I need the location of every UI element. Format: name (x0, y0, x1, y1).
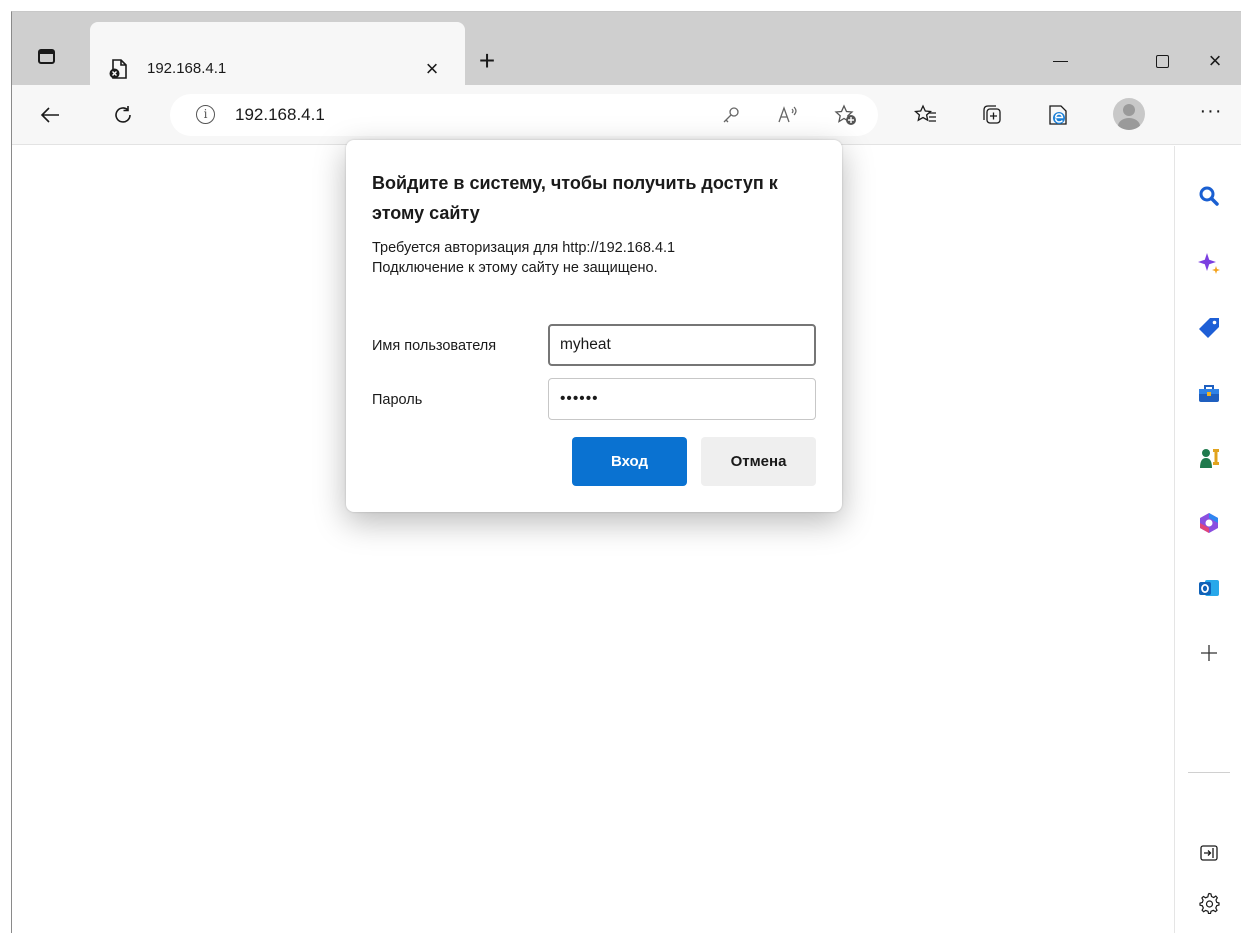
copilot-icon[interactable] (1195, 249, 1223, 277)
collections-icon (983, 105, 1001, 124)
tab-title: 192.168.4.1 (147, 60, 227, 77)
address-text[interactable]: 192.168.4.1 (235, 105, 325, 125)
collections-button[interactable] (974, 97, 1010, 133)
dialog-message-line1: Требуется авторизация для http://192.168… (372, 240, 676, 256)
profile-avatar-icon[interactable] (1113, 98, 1145, 130)
add-favorite-icon (834, 104, 856, 125)
hide-sidebar-icon[interactable] (1195, 839, 1223, 867)
add-icon[interactable] (1195, 639, 1223, 667)
password-label: Пароль (372, 392, 423, 408)
dialog-message: Требуется авторизация для http://192.168… (372, 238, 812, 278)
microsoft-365-icon[interactable] (1195, 509, 1223, 537)
minimize-icon (1052, 60, 1068, 62)
screen-top-edge (0, 0, 1241, 11)
sidebar-divider (1188, 772, 1230, 773)
password-input[interactable] (548, 378, 816, 420)
refresh-button[interactable] (105, 97, 141, 133)
maximize-icon (1155, 54, 1169, 68)
browser-tab[interactable]: 192.168.4.1 × (90, 22, 465, 85)
site-info-icon[interactable]: i (196, 105, 215, 124)
games-icon[interactable] (1195, 444, 1223, 472)
read-aloud-button[interactable] (773, 100, 803, 130)
minimize-button[interactable] (1040, 48, 1080, 74)
internet-explorer-mode-icon (1049, 105, 1067, 125)
browser-toolbar: i 192.168.4.1 ··· (12, 85, 1241, 145)
cancel-button[interactable]: Отмена (701, 437, 816, 486)
read-aloud-icon (778, 106, 797, 123)
tools-icon[interactable] (1195, 379, 1223, 407)
auth-dialog: Войдите в систему, чтобы получить доступ… (346, 140, 842, 512)
refresh-icon (115, 106, 131, 123)
dialog-title: Войдите в систему, чтобы получить доступ… (372, 173, 778, 223)
back-arrow-icon (40, 107, 59, 123)
tab-close-icon[interactable]: × (419, 56, 445, 82)
browser-window: 192.168.4.1 × + × i 192.168.4.1 ··· Войд… (11, 11, 1241, 933)
username-input[interactable] (548, 324, 816, 366)
dialog-message-line2: Подключение к этому сайту не защищено. (372, 260, 658, 276)
password-key-button[interactable] (716, 100, 746, 130)
outlook-icon[interactable] (1195, 574, 1223, 602)
username-label: Имя пользователя (372, 338, 497, 354)
favorites-icon (914, 104, 936, 122)
add-favorite-button[interactable] (831, 100, 861, 130)
key-icon (723, 107, 739, 123)
search-icon[interactable] (1195, 182, 1223, 210)
address-bar[interactable]: i 192.168.4.1 (170, 94, 878, 136)
tab-actions-icon (37, 48, 55, 64)
tab-actions-button[interactable] (26, 36, 66, 76)
new-tab-button[interactable]: + (472, 46, 502, 76)
title-bar: 192.168.4.1 × + × (12, 12, 1241, 85)
settings-gear-icon[interactable] (1195, 889, 1223, 917)
more-options-button[interactable]: ··· (1193, 99, 1229, 129)
login-button[interactable]: Вход (572, 437, 687, 486)
favorites-button[interactable] (908, 97, 944, 133)
edge-sidebar (1174, 146, 1241, 933)
back-button[interactable] (32, 97, 68, 133)
insecure-page-icon (109, 59, 127, 79)
window-close-button[interactable]: × (1195, 48, 1235, 74)
ie-mode-button[interactable] (1040, 97, 1076, 133)
maximize-button[interactable] (1142, 48, 1182, 74)
shopping-tag-icon[interactable] (1195, 314, 1223, 342)
